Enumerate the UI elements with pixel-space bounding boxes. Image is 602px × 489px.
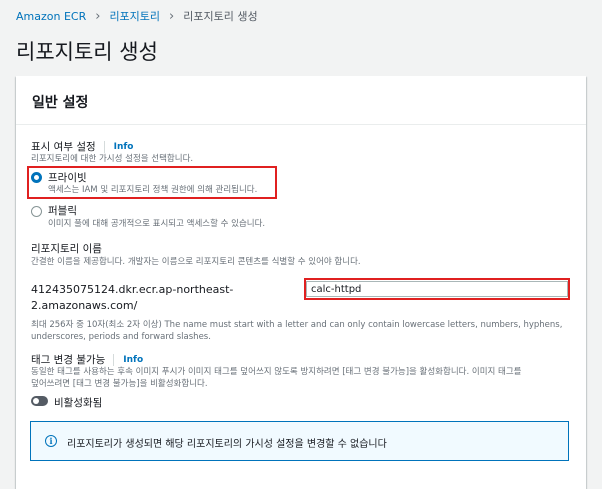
tag-immutability-description: 동일한 태그를 사용하는 후속 이미지 푸시가 이미지 태그를 덮어쓰지 않도록… — [31, 366, 522, 390]
visibility-info-link[interactable]: Info — [114, 142, 134, 152]
repo-name-input[interactable] — [306, 281, 568, 297]
repo-name-label: 리포지토리 이름 — [31, 243, 102, 255]
visibility-label: 표시 여부 설정 — [31, 141, 96, 153]
toggle-knob — [33, 398, 39, 404]
visibility-info-alert: i 리포지토리가 생성되면 해당 리포지토리의 가시성 설정을 변경할 수 없습… — [30, 421, 569, 461]
repo-name-description: 간결한 이름을 제공합니다. 개발자는 이름으로 리포지토리 콘텐츠를 식별할 … — [31, 257, 361, 267]
private-radio[interactable] — [31, 172, 42, 183]
repo-name-hint: 최대 256자 중 10자(최소 2자 이상) The name must st… — [31, 319, 562, 343]
breadcrumb: Amazon ECR › 리포지토리 › 리포지토리 생성 — [16, 7, 258, 25]
hint-line-1: 최대 256자 중 10자(최소 2자 이상) The name must st… — [31, 320, 563, 330]
private-label[interactable]: 프라이빗 — [48, 170, 87, 185]
tag-desc-line-2: 덮어쓰려면 [태그 변경 불가능]을 비활성화합니다. — [31, 379, 208, 389]
repo-name-label-row: 리포지토리 이름 — [31, 241, 102, 256]
panel-title: 일반 설정 — [32, 95, 89, 111]
public-label[interactable]: 퍼블릭 — [48, 203, 77, 218]
public-radio[interactable] — [31, 206, 42, 217]
page-title: 리포지토리 생성 — [16, 40, 158, 64]
uri-line-1: 412435075124.dkr.ecr.ap-northeast- — [31, 283, 234, 296]
repository-uri-prefix: 412435075124.dkr.ecr.ap-northeast- 2.ama… — [31, 282, 233, 314]
visibility-label-row: 표시 여부 설정 Info — [31, 139, 134, 154]
chevron-right-icon: › — [169, 8, 175, 24]
info-icon: i — [45, 435, 57, 447]
tag-immutability-toggle-label: 비활성화됨 — [54, 397, 103, 409]
divider — [113, 353, 115, 366]
tag-desc-line-1: 동일한 태그를 사용하는 후속 이미지 푸시가 이미지 태그를 덮어쓰지 않도록… — [31, 367, 522, 377]
public-description: 이미지 풀에 대해 공개적으로 표시되고 액세스할 수 있습니다. — [48, 219, 266, 229]
tag-immutability-label-row: 태그 변경 불가능 Info — [31, 352, 143, 367]
alert-text: 리포지토리가 생성되면 해당 리포지토리의 가시성 설정을 변경할 수 없습니다 — [67, 439, 387, 450]
tag-immutability-info-link[interactable]: Info — [123, 355, 143, 365]
hint-line-2: underscores, periods and forward slashes… — [31, 332, 211, 342]
tag-immutability-label: 태그 변경 불가능 — [31, 354, 106, 366]
breadcrumb-amazon-ecr[interactable]: Amazon ECR — [16, 10, 86, 23]
tag-immutability-toggle[interactable] — [31, 396, 48, 406]
private-description: 액세스는 IAM 및 리포지토리 정책 권한에 의해 관리됩니다. — [48, 185, 258, 195]
uri-line-2: 2.amazonaws.com/ — [31, 299, 138, 312]
divider — [103, 140, 105, 153]
visibility-description: 리포지토리에 대한 가시성 설정을 선택합니다. — [31, 154, 194, 164]
breadcrumb-repositories[interactable]: 리포지토리 — [109, 8, 160, 24]
chevron-right-icon: › — [95, 8, 101, 24]
breadcrumb-current: 리포지토리 생성 — [183, 10, 258, 23]
panel-header: 일반 설정 — [16, 76, 586, 125]
